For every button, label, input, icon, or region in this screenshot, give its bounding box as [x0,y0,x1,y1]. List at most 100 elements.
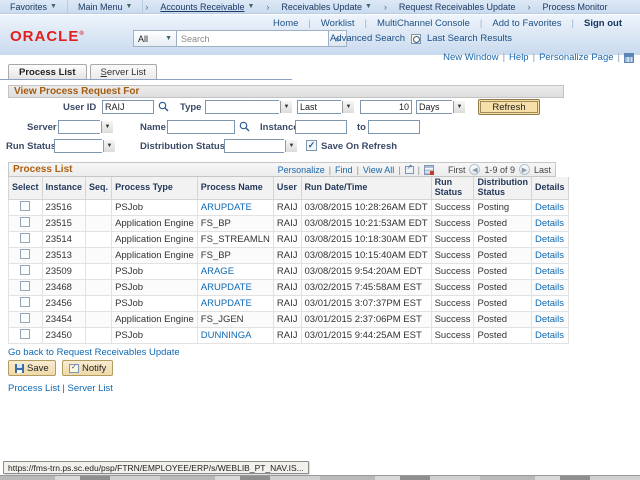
help-link[interactable]: Help [509,52,529,63]
process-name-link[interactable]: ARUPDATE [201,282,252,293]
notify-button[interactable]: Notify [62,360,113,376]
server-dropdown[interactable]: ▼ [58,120,114,134]
process-list-link[interactable]: Process List [8,383,60,394]
row-select-checkbox[interactable] [20,313,30,323]
days-count-input[interactable] [360,100,412,114]
search-input[interactable] [177,30,329,47]
sign-out-link[interactable]: Sign out [574,18,632,29]
chevron-down-icon[interactable]: ▼ [101,121,113,133]
worklist-link[interactable]: Worklist [311,18,365,29]
search-scope-dropdown[interactable]: All ▼ [133,30,177,47]
breadcrumb-main-menu[interactable]: Main Menu ▼ [68,0,143,14]
personalize-layout-icon[interactable] [624,53,634,63]
zoom-popup-icon[interactable] [405,166,414,174]
tab-server-list[interactable]: Server List [90,64,157,79]
name-lookup-icon[interactable] [239,121,250,132]
details-link[interactable]: Details [535,266,564,277]
row-select-checkbox[interactable] [20,201,30,211]
cell-run-status: Success [431,311,474,327]
cell-select [9,199,43,215]
breadcrumb-receivables-update[interactable]: Receivables Update ▼ [271,0,382,14]
type-dropdown[interactable]: ▼ [205,100,293,114]
cell-details: Details [531,295,568,311]
cell-distribution-status: Posted [474,311,532,327]
row-select-checkbox[interactable] [20,233,30,243]
details-link[interactable]: Details [535,250,564,261]
details-link[interactable]: Details [535,298,564,309]
cell-process-name: ARUPDATE [197,279,273,295]
cell-process-name: ARUPDATE [197,295,273,311]
process-name-link[interactable]: ARAGE [201,266,234,277]
search-links: Advanced Search Last Search Results [330,33,512,44]
cell-seq [86,327,112,343]
tab-label: Process List [19,67,76,78]
process-name-link[interactable]: ARUPDATE [201,298,252,309]
process-name-link[interactable]: ARUPDATE [201,202,252,213]
instance-to-input[interactable] [368,120,420,134]
cell-details: Details [531,215,568,231]
type-label: Type [180,102,201,113]
chevron-down-icon: ▼ [125,3,132,10]
details-link[interactable]: Details [535,330,564,341]
run-status-dropdown[interactable]: ▼ [54,139,116,153]
save-label: Save [27,363,49,374]
name-input[interactable] [167,120,235,134]
row-select-checkbox[interactable] [20,329,30,339]
add-to-favorites-link[interactable]: Add to Favorites [482,18,571,29]
personalize-link[interactable]: Personalize [278,165,325,175]
save-on-refresh-checkbox[interactable]: ✓ [306,140,317,151]
download-grid-icon[interactable] [424,165,434,175]
view-all-link[interactable]: View All [363,165,394,175]
row-select-checkbox[interactable] [20,217,30,227]
row-select-checkbox[interactable] [20,249,30,259]
chevron-down-icon[interactable]: ▼ [342,101,354,113]
days-unit-dropdown[interactable]: Days ▼ [416,100,466,114]
cell-run-status: Success [431,247,474,263]
chevron-down-icon[interactable]: ▼ [103,140,115,152]
user-id-input[interactable] [102,100,154,114]
row-select-checkbox[interactable] [20,297,30,307]
cell-run-status: Success [431,215,474,231]
user-id-lookup-icon[interactable] [158,101,169,112]
chevron-down-icon[interactable]: ▼ [280,101,292,113]
instance-from-input[interactable] [295,120,347,134]
distribution-status-dropdown[interactable]: ▼ [224,139,298,153]
save-button[interactable]: Save [8,360,56,376]
details-link[interactable]: Details [535,282,564,293]
breadcrumb-request-receivables-update[interactable]: Request Receivables Update [389,0,526,14]
details-link[interactable]: Details [535,314,564,325]
cell-process-type: PSJob [112,279,198,295]
chevron-down-icon[interactable]: ▼ [453,101,465,113]
row-select-checkbox[interactable] [20,281,30,291]
cell-user: RAIJ [273,199,301,215]
go-back-link[interactable]: Go back to Request Receivables Update [8,347,180,358]
personalize-page-link[interactable]: Personalize Page [539,52,613,63]
cell-seq [86,215,112,231]
chevron-down-icon[interactable]: ▼ [285,140,297,152]
last-search-results-link[interactable]: Last Search Results [427,33,512,44]
cell-process-name: ARUPDATE [197,199,273,215]
search-bar: All ▼ » [133,30,347,47]
server-list-link[interactable]: Server List [68,383,113,394]
details-link[interactable]: Details [535,218,564,229]
tab-process-list[interactable]: Process List [8,64,87,79]
next-page-icon[interactable]: ▶ [519,164,530,175]
process-name-link[interactable]: DUNNINGA [201,330,252,341]
previous-page-icon[interactable]: ◀ [469,164,480,175]
details-link[interactable]: Details [535,202,564,213]
row-select-checkbox[interactable] [20,265,30,275]
bottom-scrollbar[interactable] [0,475,640,480]
multichannel-console-link[interactable]: MultiChannel Console [367,18,480,29]
divider: | [398,165,400,175]
refresh-button[interactable]: Refresh [478,99,540,115]
cell-run-status: Success [431,263,474,279]
cell-instance: 23515 [42,215,86,231]
last-dropdown[interactable]: Last ▼ [297,100,355,114]
new-window-link[interactable]: New Window [443,52,498,63]
breadcrumb-favorites[interactable]: Favorites ▼ [0,0,68,14]
home-link[interactable]: Home [263,18,308,29]
advanced-search-link[interactable]: Advanced Search [330,33,405,44]
details-link[interactable]: Details [535,234,564,245]
breadcrumb-accounts-receivable[interactable]: Accounts Receivable ▼ [150,0,264,14]
find-link[interactable]: Find [335,165,353,175]
